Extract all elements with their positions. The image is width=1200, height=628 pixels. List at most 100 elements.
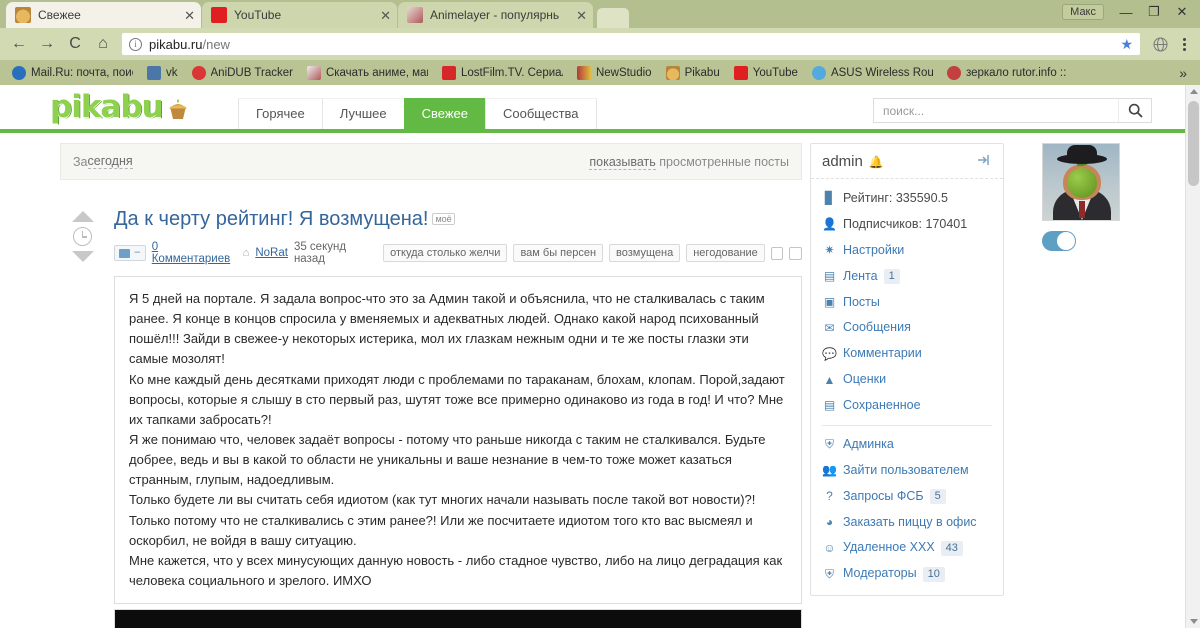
sidebar-item-messages[interactable]: ✉ Сообщения	[811, 315, 1003, 341]
theme-toggle[interactable]	[1042, 231, 1076, 251]
forward-icon[interactable]: →	[34, 31, 60, 57]
avatar-box	[1042, 143, 1120, 251]
sidebar-item-saved[interactable]: ▤ Сохраненное	[811, 393, 1003, 419]
tab-communities[interactable]: Сообщества	[485, 98, 597, 129]
maximize-button[interactable]: ❐	[1140, 2, 1168, 22]
bookmark-item[interactable]: Скачать аниме, манг	[300, 65, 435, 80]
username[interactable]: admin	[822, 153, 863, 170]
bookmark-favicon	[811, 65, 826, 80]
bookmark-item[interactable]: ASUS Wireless Router	[805, 65, 940, 80]
bookmark-item[interactable]: Pikabu	[659, 65, 727, 80]
post-paragraph: Я же понимаю что, человек задаёт вопросы…	[129, 431, 766, 488]
tab-best[interactable]: Лучшее	[321, 98, 404, 129]
bookmark-item[interactable]: vk	[140, 65, 185, 80]
post-paragraph: Мне кажется, что у всех минусующих данну…	[129, 552, 783, 588]
sidebar-item-moderators[interactable]: ⛨ Модераторы 10	[811, 561, 1003, 587]
upvote-arrow-icon[interactable]	[71, 211, 94, 222]
post-comments-link[interactable]: 0 Комментариев	[152, 241, 237, 265]
person-icon: 👤	[822, 217, 837, 232]
post-tag[interactable]: возмущена	[609, 244, 681, 262]
sidebar-item-comments[interactable]: 💬 Комментарии	[811, 341, 1003, 367]
post-title[interactable]: Да к черту рейтинг! Я возмущена! моё	[114, 207, 802, 232]
expand-icon[interactable]	[789, 246, 803, 260]
tab-new[interactable]: Свежее	[403, 98, 485, 129]
scrollbar-thumb[interactable]	[1188, 101, 1199, 186]
scroll-down-icon[interactable]	[1190, 619, 1198, 624]
logo-text: pikabu	[50, 89, 164, 125]
site-logo[interactable]: pikabu	[50, 89, 191, 125]
browser-tab-1[interactable]: YouTube ✕	[202, 2, 397, 28]
home-icon[interactable]: ⌂	[90, 31, 116, 57]
user-panel-header: admin 🔔	[811, 144, 1003, 179]
tab-strip: Свежее ✕ YouTube ✕ Animelayer - популярн…	[0, 0, 1200, 28]
bookmarks-bar: Mail.Ru: почта, поиск vk AniDUB Tracker …	[0, 60, 1200, 85]
bookmarks-overflow-icon[interactable]: »	[1171, 65, 1195, 81]
sidebar-item-deleted-xxx[interactable]: ☺ Удаленное XXX 43	[811, 535, 1003, 561]
bookmark-item[interactable]: LostFilm.TV. Сериалы	[435, 65, 570, 80]
close-icon[interactable]: ✕	[380, 9, 391, 22]
globe-icon[interactable]	[1148, 32, 1172, 56]
profile-button[interactable]: Макс	[1062, 4, 1104, 20]
search-icon[interactable]	[1118, 99, 1151, 122]
site-info-icon[interactable]: i	[129, 37, 142, 51]
reload-icon[interactable]: C	[62, 31, 88, 57]
moderators-badge: 10	[922, 566, 945, 582]
bookmark-star-icon[interactable]: ★	[1120, 36, 1133, 53]
bookmark-item[interactable]: зеркало rutor.info :: С	[940, 65, 1075, 80]
bell-icon[interactable]: 🔔	[869, 155, 884, 169]
tab-title: Animelayer - популярнь	[430, 8, 560, 22]
post-vote-column	[60, 207, 105, 628]
bookmark-item[interactable]: YouTube	[727, 65, 805, 80]
post-author-link[interactable]: NoRat	[255, 247, 288, 259]
author-icon: ⌂	[242, 247, 250, 259]
post-main: Да к черту рейтинг! Я возмущена! моё − 0 …	[105, 207, 803, 628]
sidebar-item-settings[interactable]: ✷ Настройки	[811, 238, 1003, 264]
post-tag[interactable]: вам бы персен	[513, 244, 604, 262]
sidebar-item-ratings[interactable]: ▲ Оценки	[811, 367, 1003, 393]
site-nav-tabs: Горячее Лучшее Свежее Сообщества	[238, 98, 597, 129]
search-input[interactable]	[874, 103, 1118, 118]
deleted-badge: 43	[940, 540, 963, 556]
page-scrollbar[interactable]	[1185, 85, 1200, 628]
tab-hot[interactable]: Горячее	[238, 98, 322, 129]
mail-icon: ✉	[824, 320, 835, 335]
new-tab-button[interactable]	[597, 8, 629, 28]
sidebar-item-posts[interactable]: ▣ Посты	[811, 290, 1003, 316]
browser-tab-0[interactable]: Свежее ✕	[6, 2, 201, 28]
browser-menu-icon[interactable]	[1174, 37, 1194, 51]
sidebar-item-login-as-user[interactable]: 👥 Зайти пользователем	[811, 458, 1003, 484]
browser-tab-2[interactable]: Animelayer - популярнь ✕	[398, 2, 593, 28]
smile-icon: ☺	[823, 540, 836, 555]
logout-icon[interactable]	[977, 153, 992, 170]
post-image[interactable]	[114, 609, 802, 628]
back-icon[interactable]: ←	[6, 31, 32, 57]
bookmark-favicon	[306, 65, 321, 80]
sidebar-item-rating: ▊ Рейтинг: 335590.5	[811, 186, 1003, 212]
downvote-arrow-icon[interactable]	[71, 251, 94, 262]
filter-period[interactable]: сегодня	[87, 154, 133, 169]
post-tag[interactable]: откуда столько желчи	[383, 244, 508, 262]
save-icon[interactable]	[770, 246, 784, 260]
bookmark-item[interactable]: AniDUB Tracker	[185, 65, 300, 80]
sidebar-item-feed[interactable]: ▤ Лента 1	[811, 264, 1003, 290]
avatar[interactable]	[1042, 143, 1120, 221]
sidebar-item-admin[interactable]: ⛨ Админка	[811, 432, 1003, 458]
bookmark-item[interactable]: NewStudio	[570, 65, 659, 80]
scroll-up-icon[interactable]	[1190, 89, 1198, 94]
close-icon[interactable]: ✕	[576, 9, 587, 22]
gear-icon: ✷	[824, 243, 835, 258]
bookmark-item[interactable]: Mail.Ru: почта, поиск	[5, 65, 140, 80]
animelayer-icon	[407, 7, 423, 23]
close-window-button[interactable]: ✕	[1168, 2, 1196, 22]
shield-icon: ⛨	[824, 566, 834, 581]
minimize-button[interactable]: —	[1112, 2, 1140, 22]
sidebar-item-fsb-requests[interactable]: ? Запросы ФСБ 5	[811, 484, 1003, 510]
bookmark-favicon	[147, 65, 161, 80]
address-bar[interactable]: i pikabu.ru/new ★	[122, 33, 1140, 55]
post-tag[interactable]: негодование	[686, 244, 765, 262]
show-viewed-action[interactable]: показывать	[589, 154, 656, 170]
sidebar-item-order-pizza[interactable]: ◕ Заказать пиццу в офис	[811, 510, 1003, 536]
close-icon[interactable]: ✕	[184, 9, 195, 22]
pikabu-icon	[15, 7, 31, 23]
view-mode-toggle[interactable]: −	[114, 245, 146, 261]
